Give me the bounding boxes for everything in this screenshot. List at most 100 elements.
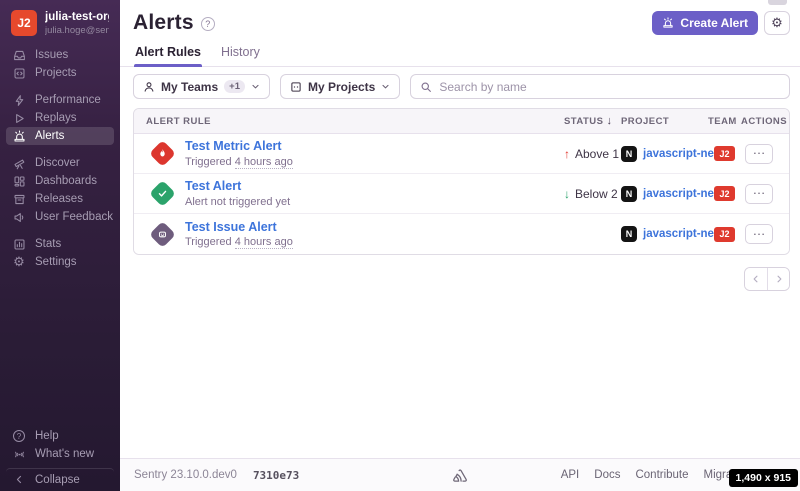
triggered-time-link[interactable]: 4 hours ago bbox=[235, 236, 293, 249]
projects-icon bbox=[12, 67, 26, 80]
my-projects-filter-button[interactable]: My Projects bbox=[280, 74, 400, 99]
build-hash[interactable]: 7310e73 bbox=[253, 469, 299, 482]
org-email: julia.hoge@sentry.io bbox=[45, 25, 109, 36]
sidebar-item-settings[interactable]: ⚙ Settings bbox=[6, 253, 114, 271]
table-row: Test Metric Alert Triggered 4 hours ago … bbox=[134, 134, 789, 174]
project-cell: N javascript-nextjs bbox=[621, 226, 708, 242]
pagination-next-button[interactable] bbox=[767, 268, 789, 290]
sidebar-bottom: ? Help What's new Collapse bbox=[6, 427, 114, 486]
sidebar-item-alerts[interactable]: Alerts bbox=[6, 127, 114, 145]
pagination-prev-button[interactable] bbox=[745, 268, 767, 290]
releases-icon bbox=[12, 193, 26, 206]
sidebar-item-label: User Feedback bbox=[35, 211, 113, 223]
sidebar-item-label: Alerts bbox=[35, 130, 64, 142]
status-cell: ↓ Below 2 bbox=[564, 187, 621, 201]
org-switcher[interactable]: J2 julia-test-org-2 … julia.hoge@sentry.… bbox=[0, 0, 120, 42]
window-edge-artifact bbox=[768, 0, 787, 5]
sidebar-item-replays[interactable]: Replays bbox=[6, 109, 114, 127]
column-header-status[interactable]: STATUS ↓ bbox=[564, 115, 621, 127]
table-header-row: ALERT RULE STATUS ↓ PROJECT TEAM ACTIONS bbox=[134, 109, 789, 134]
filter-bar: My Teams +1 My Projects bbox=[133, 74, 790, 99]
sidebar-item-label: Releases bbox=[35, 193, 83, 205]
sidebar-item-issues[interactable]: Issues bbox=[6, 46, 114, 64]
table-row: Test Alert Alert not triggered yet ↓ Bel… bbox=[134, 174, 789, 214]
project-cell: N javascript-nextjs bbox=[621, 186, 708, 202]
create-alert-button[interactable]: Create Alert bbox=[652, 11, 758, 35]
pagination bbox=[133, 267, 790, 291]
status-text: Below 2 bbox=[575, 187, 618, 201]
row-actions-button[interactable]: … bbox=[745, 184, 773, 204]
resolved-alert-icon bbox=[149, 181, 175, 207]
sidebar-item-discover[interactable]: Discover bbox=[6, 154, 114, 172]
teams-count-badge: +1 bbox=[224, 80, 245, 93]
main-content: Alerts ? Create Alert ⚙ Alert Rules Hist… bbox=[120, 0, 800, 491]
row-actions-button[interactable]: … bbox=[745, 224, 773, 244]
tab-alert-rules[interactable]: Alert Rules bbox=[134, 42, 202, 66]
sidebar-item-stats[interactable]: Stats bbox=[6, 235, 114, 253]
sidebar-item-help[interactable]: ? Help bbox=[6, 427, 114, 445]
page-title-help-icon[interactable]: ? bbox=[201, 17, 215, 31]
org-meta: julia-test-org-2 … julia.hoge@sentry.io bbox=[45, 11, 109, 36]
sidebar-item-label: Discover bbox=[35, 157, 80, 169]
sidebar-item-performance[interactable]: Performance bbox=[6, 91, 114, 109]
triggered-time-link[interactable]: 4 hours ago bbox=[235, 156, 293, 169]
help-icon: ? bbox=[12, 430, 26, 442]
nextjs-logo-icon: N bbox=[621, 226, 637, 242]
stats-icon bbox=[12, 238, 26, 251]
page-header: Alerts ? Create Alert ⚙ bbox=[120, 0, 800, 35]
user-icon bbox=[143, 81, 155, 93]
table-row: Test Issue Alert Triggered 4 hours ago N… bbox=[134, 214, 789, 254]
gear-icon: ⚙ bbox=[771, 15, 783, 31]
whats-new-broadcast-icon bbox=[12, 448, 26, 461]
footer-link-docs[interactable]: Docs bbox=[594, 469, 620, 481]
replays-icon bbox=[12, 112, 26, 125]
chevron-down-icon bbox=[381, 82, 390, 91]
column-header-alert-rule: ALERT RULE bbox=[146, 116, 564, 127]
alert-rule-link[interactable]: Test Alert bbox=[185, 179, 290, 195]
sidebar-item-releases[interactable]: Releases bbox=[6, 190, 114, 208]
search-icon bbox=[420, 81, 432, 93]
sidebar-item-projects[interactable]: Projects bbox=[6, 64, 114, 82]
my-teams-filter-button[interactable]: My Teams +1 bbox=[133, 74, 270, 99]
my-teams-label: My Teams bbox=[161, 80, 218, 94]
my-projects-label: My Projects bbox=[308, 80, 375, 94]
user-feedback-icon bbox=[12, 211, 26, 224]
search-input[interactable] bbox=[439, 80, 780, 94]
project-icon bbox=[290, 81, 302, 93]
alerts-icon bbox=[12, 130, 26, 143]
page-footer: Sentry 23.10.0.dev0 7310e73 API Docs Con… bbox=[120, 458, 800, 491]
nextjs-logo-icon: N bbox=[621, 146, 637, 162]
issue-alert-icon bbox=[149, 221, 175, 247]
issues-icon bbox=[12, 49, 26, 62]
nextjs-logo-icon: N bbox=[621, 186, 637, 202]
chevron-left-icon bbox=[12, 474, 26, 485]
chevron-down-icon bbox=[251, 82, 260, 91]
sentry-logo-icon bbox=[452, 467, 469, 484]
sidebar-collapse-button[interactable]: Collapse bbox=[6, 468, 114, 486]
alert-settings-button[interactable]: ⚙ bbox=[764, 11, 790, 35]
settings-gear-icon: ⚙ bbox=[12, 254, 26, 270]
sidebar-item-dashboards[interactable]: Dashboards bbox=[6, 172, 114, 190]
team-badge: J2 bbox=[714, 186, 735, 201]
column-header-team: TEAM bbox=[708, 116, 741, 127]
sidebar-item-label: Issues bbox=[35, 49, 68, 61]
sidebar-item-whats-new[interactable]: What's new bbox=[6, 445, 114, 463]
footer-link-contribute[interactable]: Contribute bbox=[635, 469, 688, 481]
sidebar-item-label: Help bbox=[35, 430, 59, 442]
alert-rule-subtext: Alert not triggered yet bbox=[185, 196, 290, 208]
column-header-actions: ACTIONS bbox=[741, 116, 777, 127]
org-avatar: J2 bbox=[11, 10, 37, 36]
sidebar-item-user-feedback[interactable]: User Feedback bbox=[6, 208, 114, 226]
footer-link-api[interactable]: API bbox=[561, 469, 580, 481]
search-box bbox=[410, 74, 790, 99]
performance-icon bbox=[12, 94, 26, 107]
row-actions-button[interactable]: … bbox=[745, 144, 773, 164]
team-badge: J2 bbox=[714, 146, 735, 161]
alert-rule-link[interactable]: Test Issue Alert bbox=[185, 220, 293, 236]
tab-history[interactable]: History bbox=[220, 42, 261, 66]
sidebar-item-label: Stats bbox=[35, 238, 61, 250]
dashboards-icon bbox=[12, 175, 26, 188]
project-cell: N javascript-nextjs bbox=[621, 146, 708, 162]
alert-rule-link[interactable]: Test Metric Alert bbox=[185, 139, 293, 155]
siren-icon bbox=[662, 17, 674, 29]
